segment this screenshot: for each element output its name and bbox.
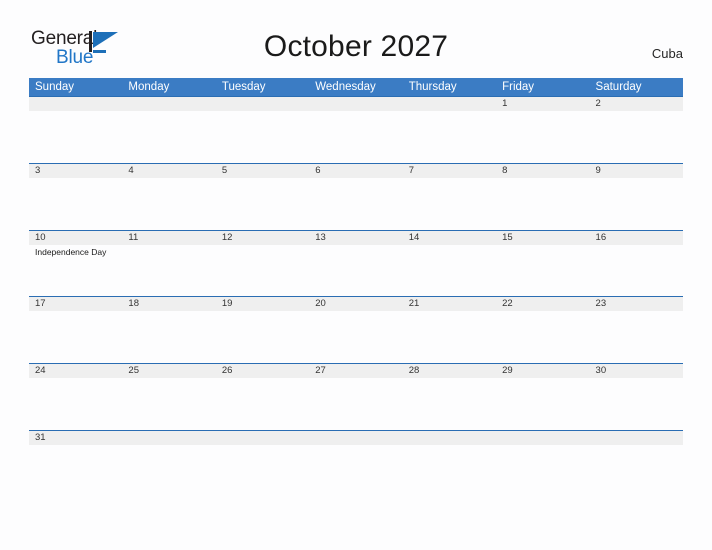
weekday-wednesday: Wednesday xyxy=(315,81,376,93)
day-cell[interactable]: 5 xyxy=(216,164,309,230)
day-cell[interactable]: 28 xyxy=(403,364,496,430)
day-cell[interactable] xyxy=(309,431,402,497)
day-number: 21 xyxy=(408,298,420,310)
day-cell[interactable]: 24 xyxy=(29,364,122,430)
day-cell[interactable]: 17 xyxy=(29,297,122,363)
day-number: 15 xyxy=(502,231,513,243)
day-number: 17 xyxy=(35,298,46,310)
page-title: October 2027 xyxy=(263,30,449,63)
weekday-monday: Monday xyxy=(128,81,170,93)
day-cell[interactable]: 12 xyxy=(216,231,309,297)
day-number: 24 xyxy=(35,365,46,377)
day-number: 9 xyxy=(595,164,601,176)
day-number: 23 xyxy=(595,298,607,310)
calendar-grid: Sunday Monday Tuesday Wednesday Thursday… xyxy=(29,78,683,497)
day-cell[interactable]: 4 xyxy=(122,164,215,230)
week-row: 1 2 xyxy=(29,96,683,163)
week-row: 24 25 26 27 28 29 30 xyxy=(29,363,683,430)
day-cell[interactable] xyxy=(122,97,215,163)
day-number: 4 xyxy=(128,164,134,176)
day-number: 2 xyxy=(595,98,601,109)
page-header: General Blue October 2027 Cuba xyxy=(0,0,712,78)
day-cell[interactable]: 27 xyxy=(309,364,402,430)
day-cell[interactable]: 10 Independence Day xyxy=(29,231,122,297)
weekday-saturday: Saturday xyxy=(595,81,642,93)
week-row: 10 Independence Day 11 12 13 14 15 16 xyxy=(29,229,683,297)
day-number: 13 xyxy=(315,231,326,243)
day-cell[interactable]: 19 xyxy=(216,297,309,363)
day-number: 30 xyxy=(595,365,607,377)
day-cell[interactable]: 9 xyxy=(590,164,683,230)
day-number: 5 xyxy=(221,164,228,176)
day-number: 1 xyxy=(502,98,508,109)
day-number: 27 xyxy=(315,365,326,377)
day-number: 12 xyxy=(221,231,233,243)
day-cell[interactable]: 14 xyxy=(403,231,496,297)
day-cell[interactable]: 11 xyxy=(122,231,215,297)
country-label: Cuba xyxy=(651,46,683,61)
calendar-page: General Blue October 2027 Cuba Sunday Mo… xyxy=(0,0,712,550)
day-number: 11 xyxy=(128,231,139,243)
day-number: 31 xyxy=(35,431,46,443)
week-row: 3 4 5 6 7 8 9 xyxy=(29,162,683,230)
day-cell[interactable]: 26 xyxy=(216,364,309,430)
weekday-header-row: Sunday Monday Tuesday Wednesday Thursday… xyxy=(29,78,683,96)
day-cell[interactable]: 7 xyxy=(403,164,496,230)
day-cell[interactable]: 29 xyxy=(496,364,589,430)
weekday-friday: Friday xyxy=(502,81,535,93)
day-cell[interactable] xyxy=(403,97,496,163)
weekday-sunday: Sunday xyxy=(35,81,75,93)
day-cell[interactable]: 3 xyxy=(29,164,122,230)
day-number: 18 xyxy=(128,298,139,310)
day-cell[interactable] xyxy=(590,431,683,497)
week-row: 31 xyxy=(29,429,683,497)
day-cell[interactable]: 21 xyxy=(403,297,496,363)
day-cell[interactable] xyxy=(496,431,589,497)
day-number: 6 xyxy=(315,164,321,176)
day-number: 3 xyxy=(35,164,41,176)
day-number: 7 xyxy=(408,164,414,176)
day-cell[interactable] xyxy=(216,431,309,497)
day-number: 29 xyxy=(502,365,513,377)
day-number: 8 xyxy=(502,164,508,176)
day-cell[interactable]: 6 xyxy=(309,164,402,230)
day-number: 25 xyxy=(128,365,139,377)
day-cell[interactable]: 23 xyxy=(590,297,683,363)
day-number: 20 xyxy=(315,298,326,310)
day-number: 22 xyxy=(502,298,513,310)
day-number: 14 xyxy=(408,231,420,243)
day-cell[interactable]: 20 xyxy=(309,297,402,363)
day-number: 10 xyxy=(35,231,46,243)
day-cell[interactable] xyxy=(309,97,402,163)
day-number: 19 xyxy=(221,298,233,310)
weekday-thursday: Thursday xyxy=(408,81,457,93)
day-cell[interactable] xyxy=(29,97,122,163)
day-cell[interactable]: 1 xyxy=(496,97,589,163)
weekday-tuesday: Tuesday xyxy=(221,81,266,93)
day-cell[interactable]: 31 xyxy=(29,431,122,497)
day-cell[interactable]: 25 xyxy=(122,364,215,430)
day-cell[interactable] xyxy=(216,97,309,163)
day-cell[interactable]: 13 xyxy=(309,231,402,297)
day-cell[interactable]: 30 xyxy=(590,364,683,430)
day-cell[interactable]: 18 xyxy=(122,297,215,363)
week-row: 17 18 19 20 21 22 23 xyxy=(29,296,683,363)
day-number: 28 xyxy=(408,365,420,377)
day-cell[interactable]: 8 xyxy=(496,164,589,230)
day-cell[interactable]: 22 xyxy=(496,297,589,363)
day-number: 26 xyxy=(221,365,233,377)
day-cell[interactable]: 2 xyxy=(590,97,683,163)
day-cell[interactable]: 15 xyxy=(496,231,589,297)
day-cell[interactable] xyxy=(403,431,496,497)
day-cell[interactable]: 16 xyxy=(590,231,683,297)
day-number: 16 xyxy=(595,231,607,243)
day-event-label: Independence Day xyxy=(35,246,107,257)
day-cell[interactable] xyxy=(122,431,215,497)
